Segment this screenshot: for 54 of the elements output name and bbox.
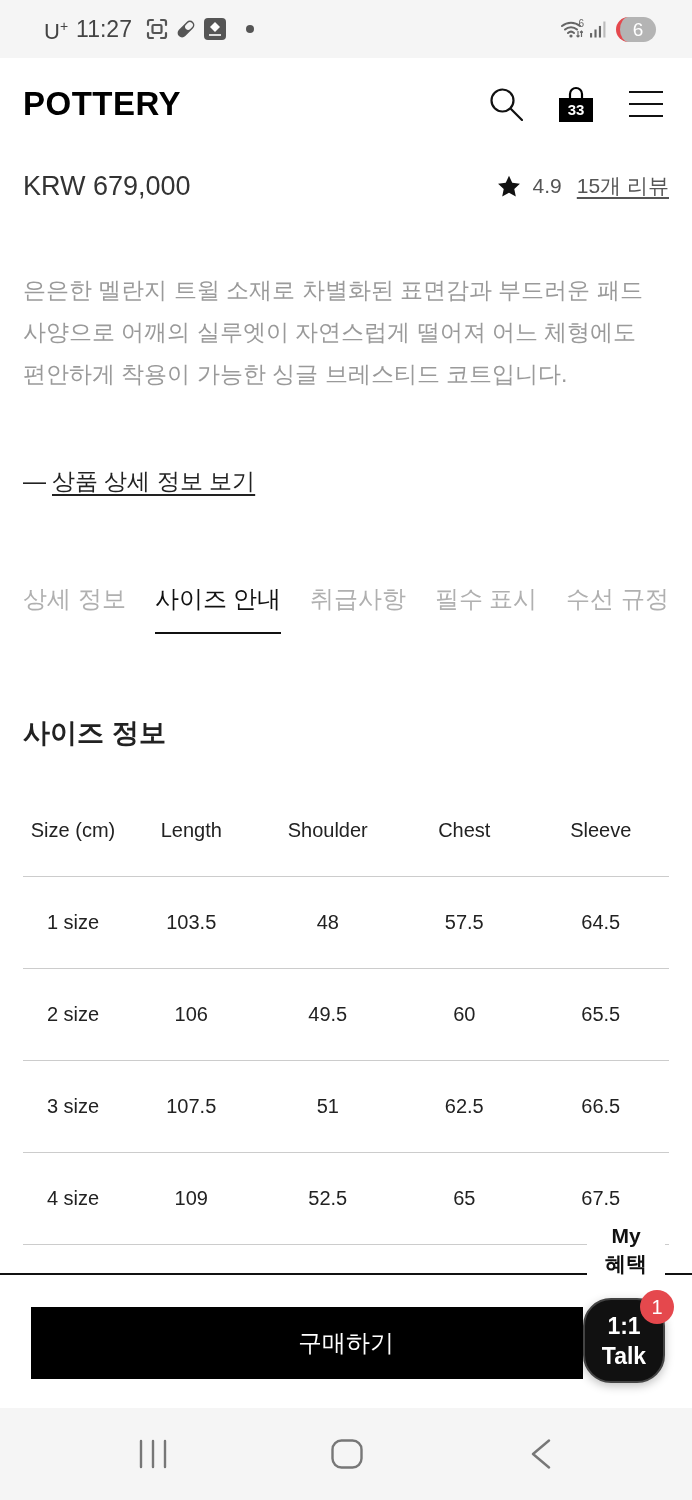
detail-link[interactable]: 상품 상세 정보 보기 (52, 464, 256, 498)
table-cell-text: 1 size (45, 911, 101, 934)
table-cell-text: 64.5 (580, 911, 622, 934)
table-cell-text: 48 (315, 911, 340, 934)
table-cell-text: 4 size (45, 1187, 101, 1210)
table-cell-text: 60 (452, 1003, 477, 1026)
reviews-link[interactable]: 15개 리뷰 (576, 172, 669, 200)
column-header: Sleeve (569, 819, 633, 842)
logo[interactable]: POTTERY (23, 84, 182, 124)
home-icon (331, 1439, 363, 1469)
buy-button[interactable]: 구매하기 (31, 1307, 583, 1379)
menu-icon (629, 91, 663, 117)
search-button[interactable] (489, 87, 523, 121)
menu-button[interactable] (629, 91, 663, 117)
app-icon (203, 18, 226, 40)
recent-apps-icon (139, 1439, 167, 1469)
wifi-icon (561, 20, 584, 38)
rating-value: 4.9 (532, 174, 562, 198)
table-cell-text: 65 (452, 1187, 477, 1210)
back-icon (531, 1439, 551, 1469)
star-icon (496, 174, 521, 198)
table-cell-text: 3 size (45, 1095, 101, 1118)
table-cell-text: 107.5 (165, 1095, 218, 1118)
cart-button[interactable]: 33 (558, 86, 594, 122)
table-cell-text: 66.5 (580, 1095, 622, 1118)
notification-dot-icon (245, 25, 254, 33)
screenshot-icon (145, 18, 168, 40)
carrier-name: U$^{+}$ (44, 16, 69, 46)
link-dash: — (23, 467, 46, 496)
column-header: Size (cm) (29, 819, 117, 842)
product-price: KRW 679,000 (23, 170, 191, 202)
table-cell-text: 62.5 (443, 1095, 485, 1118)
section-title: 사이즈 정보 (23, 717, 167, 750)
column-header: Shoulder (286, 819, 369, 842)
table-cell-text: 103.5 (165, 911, 218, 934)
cart-count: 33 (566, 101, 586, 119)
table-cell-text: 106 (173, 1003, 209, 1026)
table-cell-text: 2 size (45, 1003, 101, 1026)
table-cell-text: 109 (173, 1187, 209, 1210)
table-cell-text: 57.5 (443, 911, 485, 934)
search-icon (489, 87, 523, 121)
shopping-bag-icon (558, 86, 594, 122)
table-cell-text: 65.5 (580, 1003, 622, 1026)
table-cell-text: 52.5 (307, 1187, 349, 1210)
signal-icon (590, 20, 606, 38)
column-header: Length (159, 819, 223, 842)
table-cell-text: 49.5 (307, 1003, 349, 1026)
column-header: Chest (437, 819, 492, 842)
status-time: 11:27 (76, 16, 132, 42)
product-description: 은은한 멜란지 트윌 소재로 차별화된 표면감과 부드러운 패드 사양으로 어깨의 실루엣이 자연스럽게 떨어져 어느 체형에도 편안하게 착용이 가능한 싱글 브레스티드 코트입니다. (23, 276, 644, 389)
battery-indicator: 6 (616, 16, 656, 42)
table-cell-text: 67.5 (580, 1187, 622, 1210)
table-cell-text: 51 (315, 1095, 340, 1118)
tab[interactable]: 사이즈 안내 (154, 582, 282, 634)
